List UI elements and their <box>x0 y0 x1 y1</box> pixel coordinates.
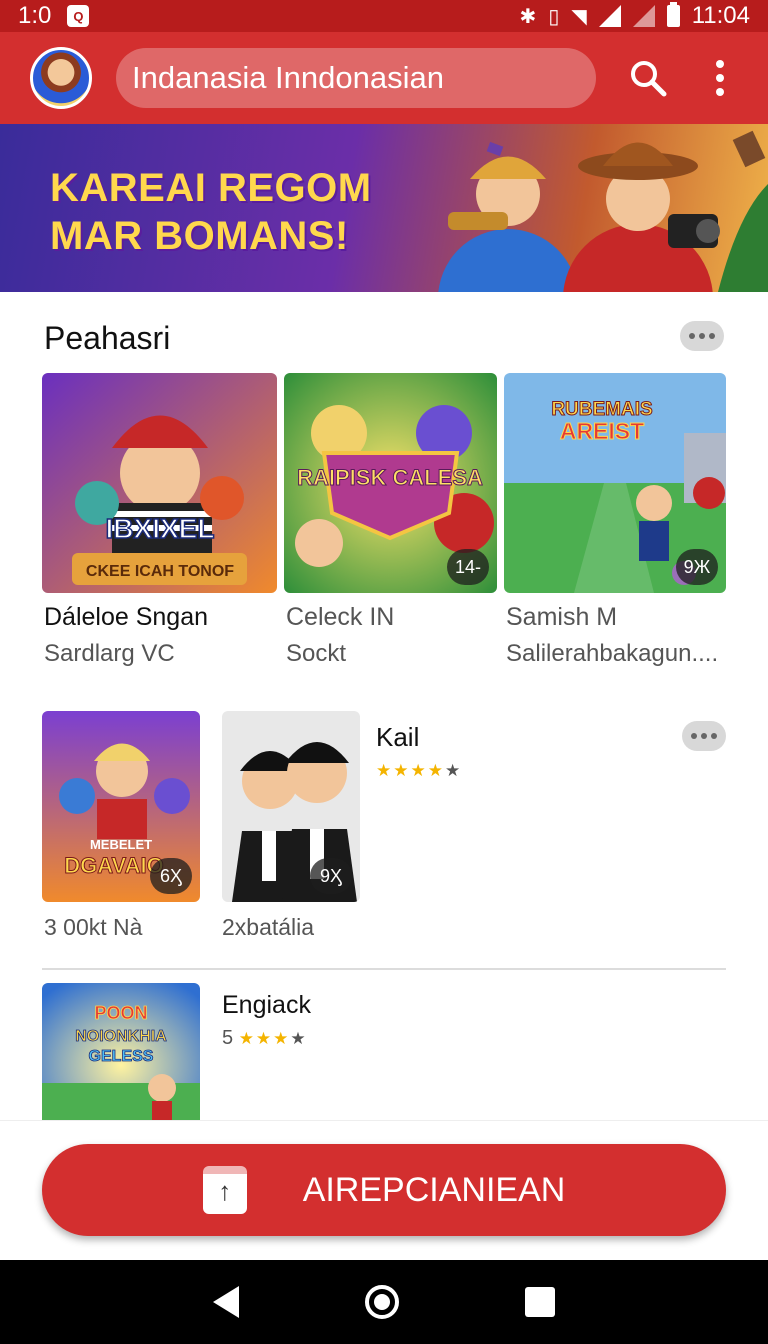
notification-icon: Q <box>67 5 90 27</box>
list-item-more-button[interactable] <box>682 721 726 751</box>
primary-action-label: AIREPCIANIEAN <box>302 1170 566 1209</box>
status-time: 11:04 <box>691 2 750 29</box>
game-tile-image: IBXIXEL CKEE ICAH TONOF <box>42 373 277 593</box>
app-bar: Indanasia Inndonasian <box>0 32 768 124</box>
upload-icon <box>202 1166 247 1214</box>
game-tile-title[interactable]: Celeck IN <box>286 603 394 632</box>
bluetooth-icon: ✱ <box>519 5 537 28</box>
avatar[interactable] <box>30 47 92 109</box>
tile-badge: 9Ж <box>676 549 718 585</box>
tile-art-text: NOIONKHIA <box>75 1028 167 1045</box>
signal-icon <box>632 5 655 27</box>
back-icon[interactable] <box>213 1286 239 1318</box>
game-tile[interactable]: POON NOIONKHIA GELESS <box>42 983 200 1120</box>
banner-line-1: KAREAI REGOM <box>50 166 372 210</box>
tile-art-text: POON <box>94 1003 147 1023</box>
search-input-text: Indanasia Inndonasian <box>132 60 444 95</box>
game-tile[interactable]: MEBELET DGAVAIO 6Ӽ <box>42 711 200 902</box>
promo-banner[interactable]: KAREAI REGOM MAR BOMANS! <box>0 124 768 292</box>
tile-art-text: RAIPISK CALESA <box>297 465 483 490</box>
banner-illustration <box>438 130 768 292</box>
divider <box>42 968 726 970</box>
banner-line-2: MAR BOMANS! <box>50 214 349 258</box>
banner-title: KAREAI REGOM MAR BOMANS! <box>50 164 372 260</box>
system-nav-bar <box>0 1260 768 1344</box>
tile-art-text: MEBELET <box>90 837 152 852</box>
game-tile-subtitle: Salilerahbakagun.... <box>506 640 719 667</box>
game-tile-image: POON NOIONKHIA GELESS <box>42 983 200 1120</box>
game-tile[interactable]: 9Ӽ <box>222 711 360 902</box>
more-vert-icon[interactable] <box>716 60 724 96</box>
tile-art-text: RUBEMAIS <box>551 399 652 420</box>
tile-art-text: CKEE ICAH TONOF <box>86 563 234 580</box>
rating-row: 5 ★★★★ <box>222 1027 306 1050</box>
section-title: Peahasri <box>44 320 171 356</box>
recents-icon[interactable] <box>525 1287 555 1317</box>
search-icon[interactable] <box>628 58 668 98</box>
rating-value: 5 <box>222 1027 234 1049</box>
status-time-left: 1:0 <box>18 2 52 29</box>
vibrate-icon: ▯ <box>548 5 560 28</box>
primary-action-button[interactable]: AIREPCIANIEAN <box>42 1144 726 1236</box>
star-icon: ★★★ <box>238 1029 291 1048</box>
star-icon: ★★★★ <box>376 761 445 780</box>
tile-badge: 14- <box>447 549 489 585</box>
section-more-button[interactable] <box>680 321 724 351</box>
tile-art-text: AREIST <box>560 418 644 444</box>
game-tile[interactable]: IBXIXEL CKEE ICAH TONOF <box>42 373 277 593</box>
game-tile[interactable]: RUBEMAIS AREIST 9Ж <box>504 373 726 593</box>
status-bar: 1:0 Q ✱ ▯ ◥ 11:04 <box>0 0 768 32</box>
tile-badge: 9Ӽ <box>310 858 352 894</box>
list-item-title[interactable]: Kail <box>376 722 419 753</box>
game-tile[interactable]: RAIPISK CALESA 14- <box>284 373 497 593</box>
game-tile-title[interactable]: Samish M <box>506 603 617 632</box>
rating-stars: ★★★★★ <box>376 761 462 781</box>
star-icon: ★ <box>290 1029 306 1048</box>
game-tile-subtitle: Sardlarg VC <box>44 640 175 667</box>
search-input[interactable]: Indanasia Inndonasian <box>116 48 596 108</box>
tile-art-text: DGAVAIO <box>64 853 163 878</box>
game-tile-subtitle: 2xbatália <box>222 914 315 940</box>
tile-art-text: GELESS <box>89 1048 154 1065</box>
star-icon: ★ <box>444 761 463 780</box>
signal-icon <box>598 5 621 27</box>
game-tile-title[interactable]: Dáleloe Sngan <box>44 603 208 632</box>
list-item-title[interactable]: Engiack <box>222 991 311 1020</box>
battery-icon <box>666 2 680 27</box>
tile-badge: 6Ӽ <box>150 858 192 894</box>
home-icon[interactable] <box>365 1285 399 1319</box>
game-tile-subtitle: Sockt <box>286 640 347 667</box>
wifi-icon: ◥ <box>571 5 587 28</box>
game-tile-subtitle: 3 00kt Nà <box>44 914 143 940</box>
tile-art-text: IBXIXEL <box>106 513 215 544</box>
